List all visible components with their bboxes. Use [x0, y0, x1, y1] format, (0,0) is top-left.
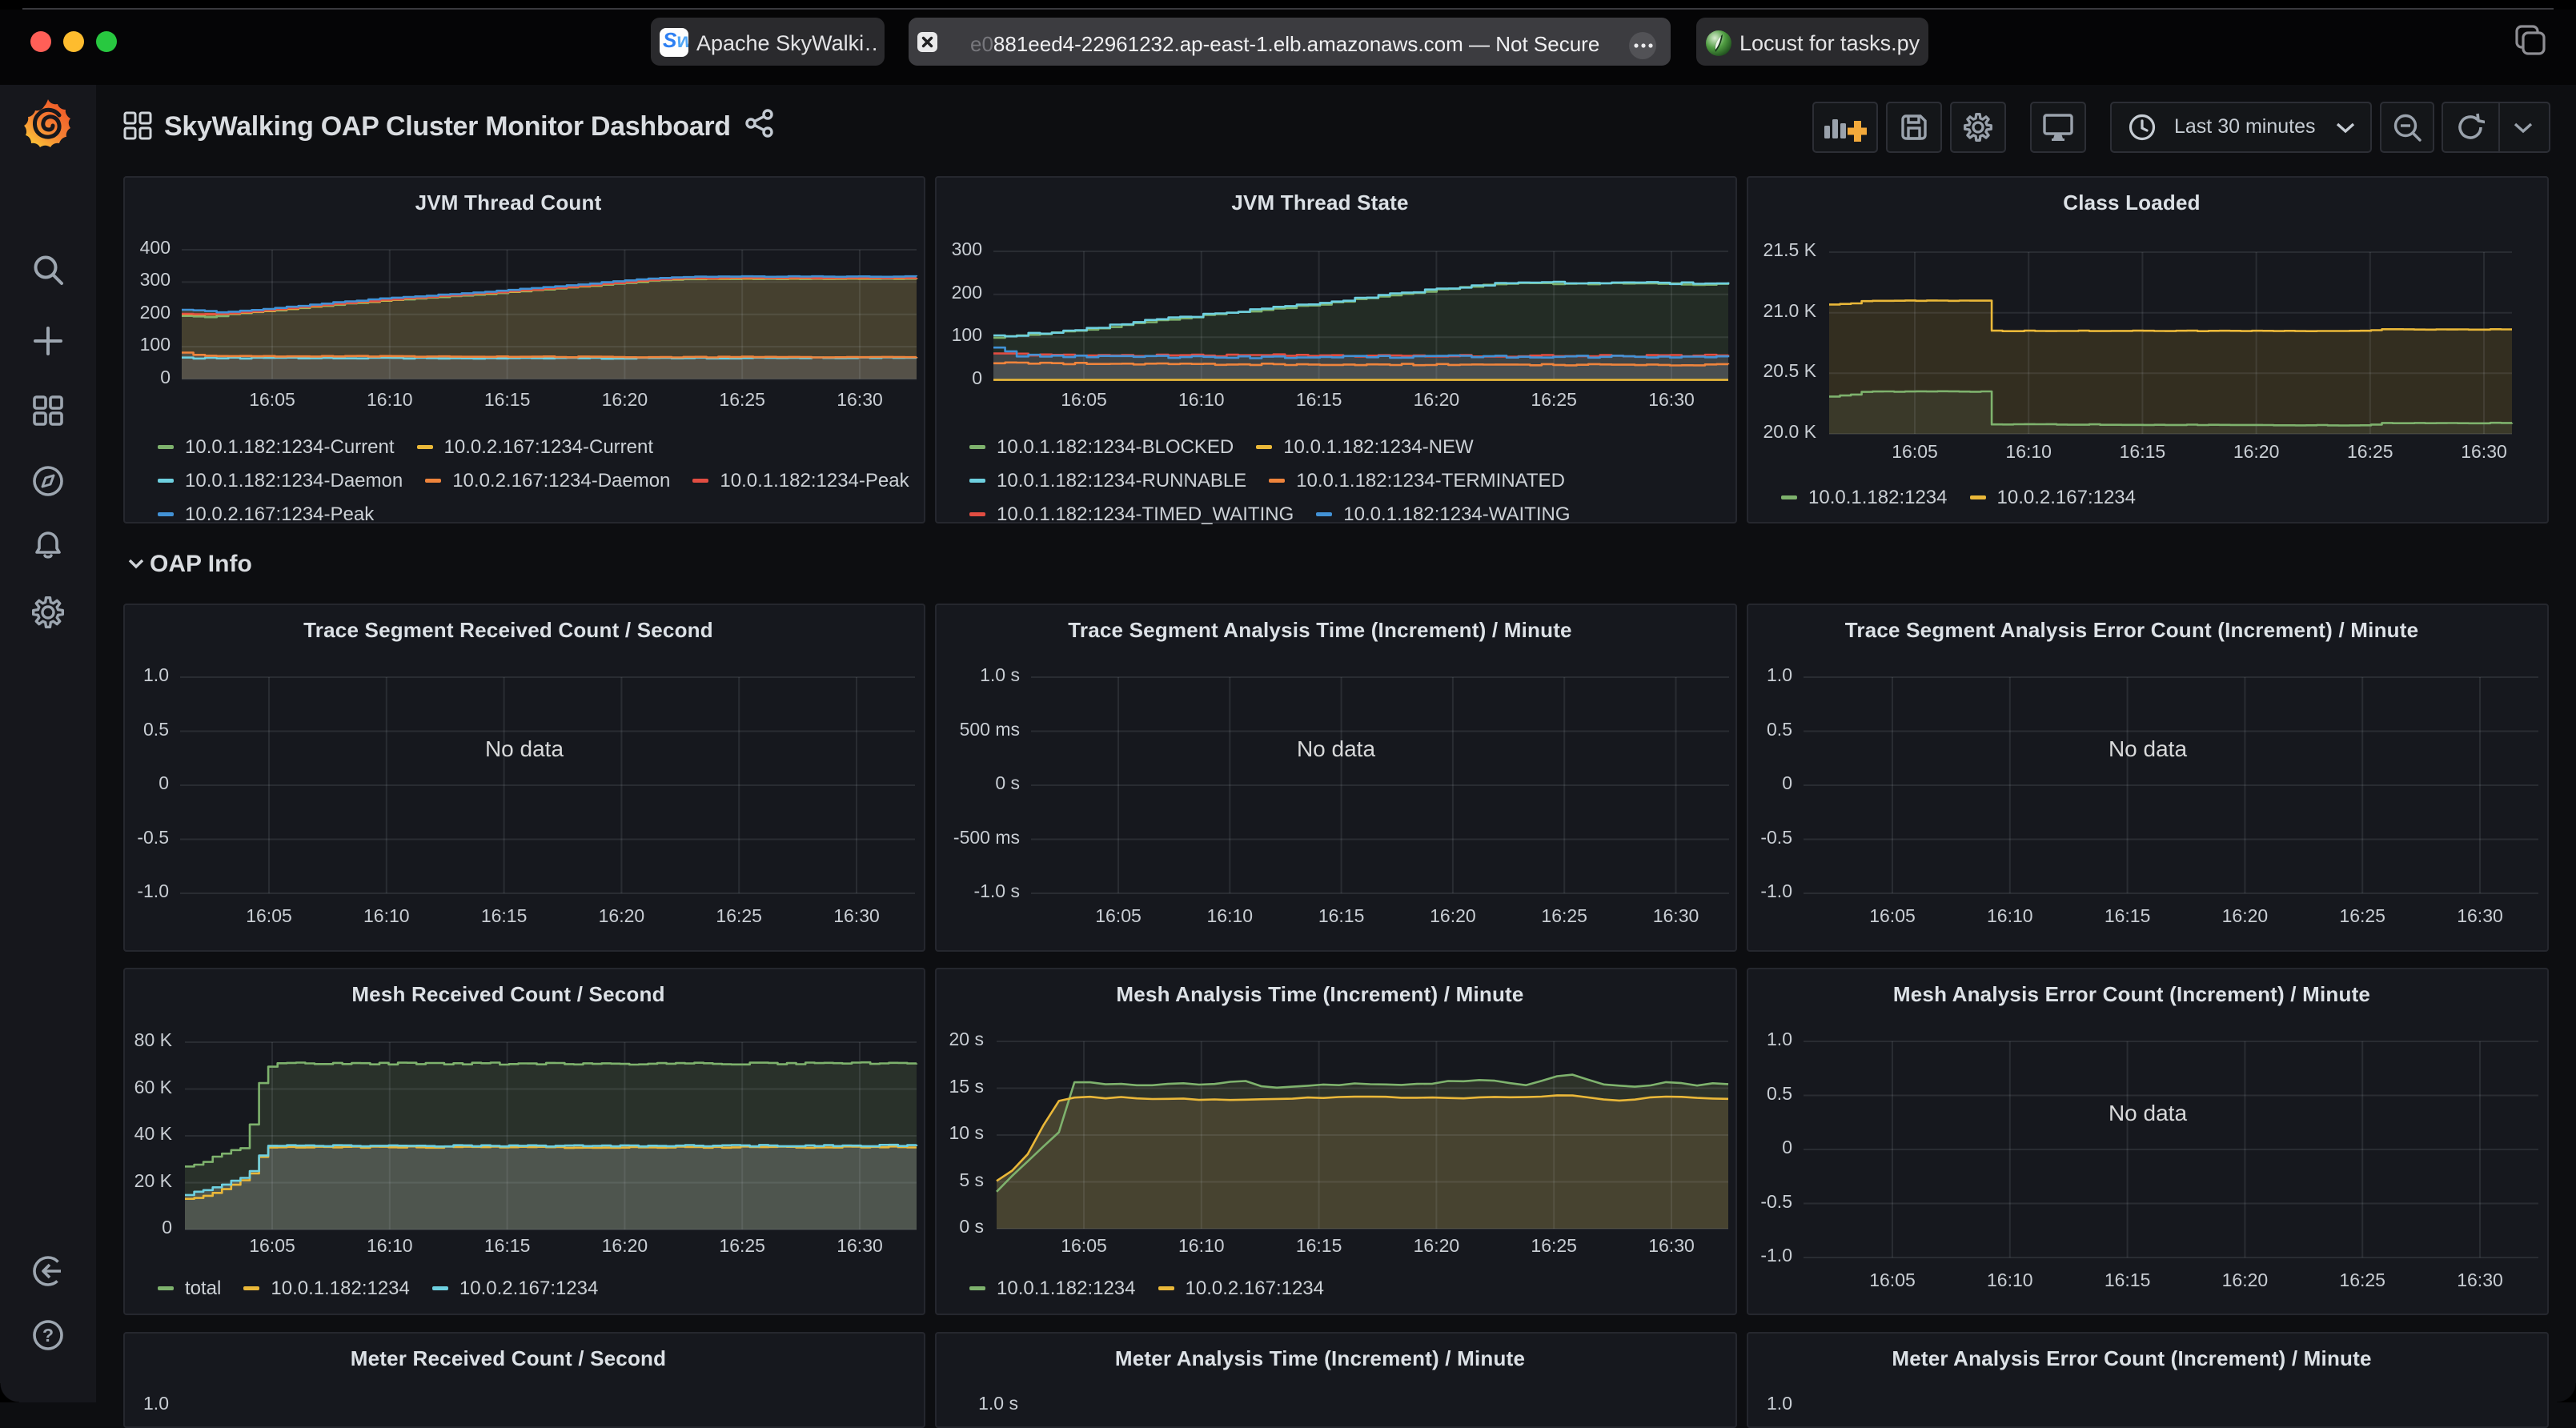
svg-text:?: ?: [42, 1325, 54, 1346]
